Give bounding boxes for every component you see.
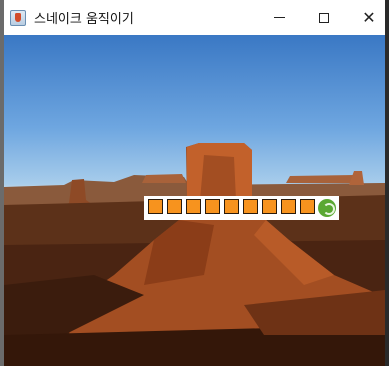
- snake-body-segment: [262, 199, 277, 214]
- snake-body-segment: [224, 199, 239, 214]
- close-button[interactable]: ✕: [347, 0, 389, 35]
- snake-body-segment: [281, 199, 296, 214]
- snake-body-segment: [186, 199, 201, 214]
- snake-body-segment: [205, 199, 220, 214]
- snake-body-segment: [167, 199, 182, 214]
- snake-body-segment: [300, 199, 315, 214]
- close-icon: ✕: [362, 8, 376, 27]
- maximize-button[interactable]: [302, 0, 346, 35]
- snake-head: [318, 199, 336, 217]
- snake-body-segment: [243, 199, 258, 214]
- java-app-icon: [10, 9, 26, 26]
- window-frame-right: [385, 0, 389, 366]
- game-canvas[interactable]: [4, 35, 385, 366]
- title-bar[interactable]: 스네이크 움직이기 ✕: [4, 0, 385, 35]
- minimize-button[interactable]: [257, 0, 301, 35]
- window-title: 스네이크 움직이기: [34, 12, 134, 27]
- minimize-icon: [273, 17, 285, 18]
- app-window: 스네이크 움직이기 ✕: [0, 0, 389, 366]
- snake-body-segment: [148, 199, 163, 214]
- maximize-icon: [319, 12, 329, 23]
- snake: [144, 196, 339, 220]
